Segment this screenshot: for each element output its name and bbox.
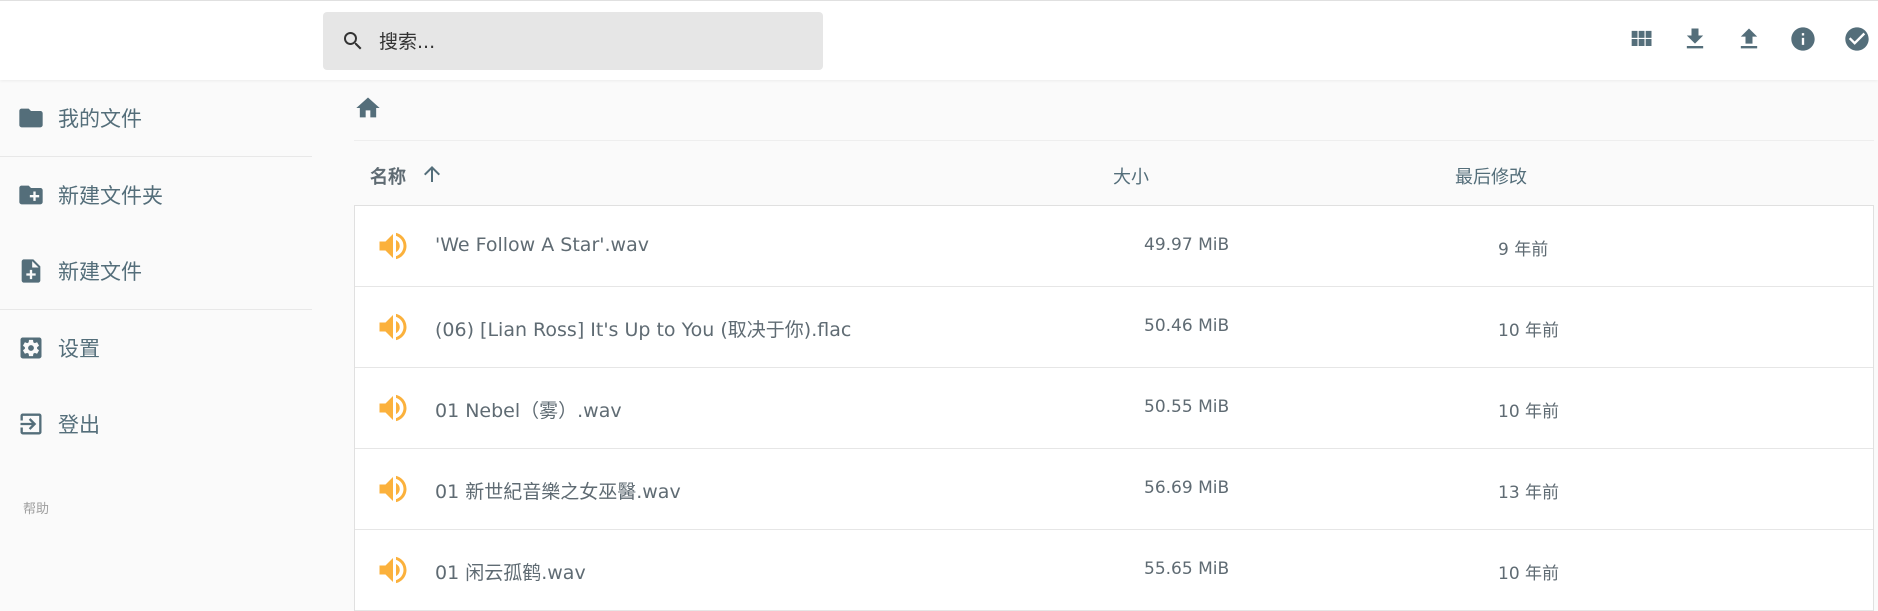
file-modified: 13 年前 — [1498, 483, 1560, 503]
file-name: (06) [Lian Ross] It's Up to You (取决于你).f… — [435, 319, 852, 341]
file-row[interactable]: 01 Nebel（雾）.wav 50.55 MiB 10 年前 — [355, 368, 1873, 449]
info-button[interactable] — [1788, 26, 1818, 56]
upload-icon — [1735, 25, 1763, 57]
file-size: 50.55 MiB — [1144, 397, 1230, 417]
sidebar-item-my-files[interactable]: 我的文件 — [0, 80, 312, 156]
file-size: 55.65 MiB — [1144, 559, 1230, 579]
sidebar-item-logout[interactable]: 登出 — [0, 386, 312, 462]
sidebar-item-settings[interactable]: 设置 — [0, 310, 312, 386]
sidebar: 我的文件 新建文件夹 新建文件 设置 登出 帮助 — [0, 80, 312, 583]
create-folder-icon — [17, 181, 45, 209]
sidebar-item-label: 我的文件 — [58, 107, 142, 131]
file-row[interactable]: 01 新世紀音樂之女巫醫.wav 56.69 MiB 13 年前 — [355, 449, 1873, 530]
file-listing: 名称 大小 最后修改 'We Follow A Star'.wav 49.97 … — [354, 80, 1876, 611]
divider — [354, 140, 1874, 141]
folder-icon — [17, 104, 45, 132]
home-icon[interactable] — [354, 94, 382, 122]
volume-icon — [375, 471, 411, 507]
file-list: 'We Follow A Star'.wav 49.97 MiB 9 年前 (0… — [354, 205, 1874, 611]
search-input[interactable] — [377, 12, 801, 72]
grid-view-icon — [1627, 25, 1655, 57]
note-add-icon — [17, 257, 45, 285]
search-box[interactable] — [323, 12, 823, 72]
file-name: 'We Follow A Star'.wav — [435, 234, 649, 256]
upload-button[interactable] — [1734, 26, 1764, 56]
column-header-size[interactable]: 大小 — [1113, 163, 1149, 189]
download-icon — [1681, 25, 1709, 57]
arrow-up-icon[interactable] — [420, 162, 444, 186]
file-name: 01 新世紀音樂之女巫醫.wav — [435, 481, 681, 503]
grid-view-button[interactable] — [1626, 26, 1656, 56]
column-header-modified[interactable]: 最后修改 — [1455, 163, 1527, 189]
select-button[interactable] — [1842, 26, 1872, 56]
file-row[interactable]: 01 闲云孤鹤.wav 55.65 MiB 10 年前 — [355, 530, 1873, 611]
file-name: 01 闲云孤鹤.wav — [435, 562, 586, 584]
file-size: 50.46 MiB — [1144, 316, 1230, 336]
settings-icon — [17, 334, 45, 362]
sidebar-item-new-folder[interactable]: 新建文件夹 — [0, 157, 312, 233]
file-modified: 9 年前 — [1498, 240, 1549, 260]
file-size: 49.97 MiB — [1144, 235, 1230, 255]
sidebar-item-label: 新建文件 — [58, 260, 142, 284]
file-modified: 10 年前 — [1498, 321, 1560, 341]
check-circle-icon — [1843, 25, 1871, 57]
file-row[interactable]: 'We Follow A Star'.wav 49.97 MiB 9 年前 — [355, 206, 1873, 287]
column-header-name[interactable]: 名称 — [370, 163, 406, 189]
exit-icon — [17, 410, 45, 438]
file-modified: 10 年前 — [1498, 402, 1560, 422]
file-size: 56.69 MiB — [1144, 478, 1230, 498]
volume-icon — [375, 390, 411, 426]
sidebar-item-label: 设置 — [58, 337, 100, 361]
file-row[interactable]: (06) [Lian Ross] It's Up to You (取决于你).f… — [355, 287, 1873, 368]
info-icon — [1789, 25, 1817, 57]
file-modified: 10 年前 — [1498, 564, 1560, 584]
search-icon — [341, 29, 365, 53]
download-button[interactable] — [1680, 26, 1710, 56]
file-name: 01 Nebel（雾）.wav — [435, 400, 622, 422]
header-bar — [0, 0, 1878, 80]
sidebar-item-label: 新建文件夹 — [58, 184, 163, 208]
sidebar-item-new-file[interactable]: 新建文件 — [0, 233, 312, 309]
sidebar-item-label: 登出 — [58, 413, 100, 437]
help-link[interactable]: 帮助 — [23, 498, 49, 517]
volume-icon — [375, 309, 411, 345]
volume-icon — [375, 228, 411, 264]
